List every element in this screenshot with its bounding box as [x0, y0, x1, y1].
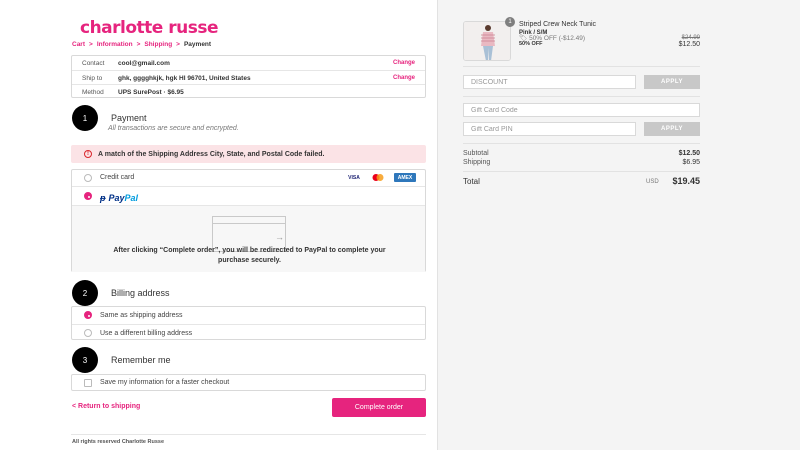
contact-label: Contact: [82, 60, 105, 67]
paypal-icon: ᵽ: [100, 193, 106, 203]
product-name: Striped Crew Neck Tunic: [519, 21, 597, 28]
billing-same-label: Same as shipping address: [100, 312, 183, 319]
redirect-text: After clicking “Complete order”, you wil…: [113, 247, 386, 264]
billing-different-option[interactable]: Use a different billing address: [72, 324, 425, 341]
review-ship-row: Ship to ghk, gggghkjk, hgk HI 96701, Uni…: [72, 70, 425, 84]
total-value: $19.45: [672, 176, 700, 186]
summary-divider: [463, 171, 700, 172]
product-price: $12.50: [678, 41, 700, 48]
checkout-main: charlotte russe Cart > Information > Shi…: [0, 0, 437, 450]
payment-methods: Credit card VISA AMEX ᵽ PayPal → After c…: [71, 169, 426, 272]
paypal-redirect-panel: → After clicking “Complete order”, you w…: [72, 205, 425, 272]
billing-different-radio[interactable]: [84, 329, 92, 337]
amex-icon: AMEX: [394, 173, 416, 182]
save-info-checkbox[interactable]: [84, 379, 92, 387]
error-alert: ! A match of the Shipping Address City, …: [71, 145, 426, 163]
gift-card-code-input[interactable]: [463, 103, 700, 117]
quantity-badge: 1: [505, 17, 515, 27]
remember-step-header: 3 Remember me: [72, 347, 171, 373]
summary-divider: [463, 96, 700, 97]
billing-same-option[interactable]: Same as shipping address: [72, 307, 425, 324]
breadcrumb-separator: >: [136, 41, 141, 48]
apply-gift-card-button[interactable]: APPLY: [644, 122, 700, 136]
breadcrumb-shipping[interactable]: Shipping: [144, 41, 172, 48]
method-value: UPS SurePost · $6.95: [118, 89, 184, 96]
step-number: 1: [72, 105, 98, 131]
order-summary: [437, 0, 800, 450]
discount-input[interactable]: [463, 75, 636, 89]
breadcrumb: Cart > Information > Shipping > Payment: [72, 41, 211, 48]
billing-title: Billing address: [111, 288, 170, 298]
billing-options: Same as shipping address Use a different…: [71, 306, 426, 340]
breadcrumb-information[interactable]: Information: [97, 41, 133, 48]
change-contact-link[interactable]: Change: [393, 60, 415, 66]
paypal-radio[interactable]: [84, 192, 92, 200]
subtotal-label: Subtotal: [463, 150, 489, 157]
visa-icon: VISA: [348, 174, 360, 181]
paypal-option[interactable]: ᵽ PayPal: [72, 187, 425, 205]
breadcrumb-separator: >: [176, 41, 180, 48]
complete-order-button[interactable]: Complete order: [332, 398, 426, 417]
ship-to-label: Ship to: [82, 75, 103, 82]
arrow-right-icon: →: [275, 232, 284, 242]
billing-step-header: 2 Billing address: [72, 280, 170, 306]
breadcrumb-payment: Payment: [183, 41, 212, 48]
total-currency: USD: [646, 179, 659, 185]
method-label: Method: [82, 89, 104, 96]
step-number: 2: [72, 280, 98, 306]
brand-logo[interactable]: charlotte russe: [80, 18, 219, 38]
apply-discount-button[interactable]: APPLY: [644, 75, 700, 89]
billing-different-label: Use a different billing address: [100, 330, 193, 337]
footer-text: All rights reserved Charlotte Russe: [72, 439, 165, 445]
save-info-label: Save my information for a faster checkou…: [100, 379, 230, 386]
billing-same-radio[interactable]: [84, 311, 92, 319]
credit-card-radio[interactable]: [84, 174, 92, 182]
product-thumbnail: [463, 21, 511, 61]
return-to-shipping-link[interactable]: < Return to shipping: [72, 403, 140, 410]
alert-text: A match of the Shipping Address City, St…: [98, 150, 325, 158]
breadcrumb-separator: >: [89, 41, 93, 48]
remember-title: Remember me: [111, 355, 171, 365]
total-label: Total: [463, 177, 480, 186]
alert-icon: !: [84, 150, 92, 158]
payment-subtitle: All transactions are secure and encrypte…: [108, 125, 239, 132]
mastercard-icon: [368, 173, 388, 182]
change-ship-link[interactable]: Change: [393, 75, 415, 81]
payment-title: Payment: [111, 113, 147, 123]
credit-card-option[interactable]: Credit card VISA AMEX: [72, 170, 425, 187]
breadcrumb-cart[interactable]: Cart: [72, 41, 85, 48]
product-discount-label: 50% OFF: [519, 41, 543, 47]
contact-value: cool@gmail.com: [118, 60, 170, 67]
summary-divider: [463, 143, 700, 144]
review-contact-row: Contact cool@gmail.com Change: [72, 56, 425, 70]
subtotal-value: $12.50: [678, 150, 700, 157]
review-block: Contact cool@gmail.com Change Ship to gh…: [71, 55, 426, 98]
step-number: 3: [72, 347, 98, 373]
gift-card-pin-input[interactable]: [463, 122, 636, 136]
shipping-value: $6.95: [682, 159, 700, 166]
summary-divider: [463, 66, 700, 67]
ship-to-value: ghk, gggghkjk, hgk HI 96701, United Stat…: [118, 75, 251, 82]
footer-divider: [71, 434, 426, 435]
shipping-label: Shipping: [463, 159, 491, 166]
paypal-logo: ᵽ PayPal: [100, 193, 139, 203]
review-method-row: Method UPS SurePost · $6.95: [72, 84, 425, 98]
remember-option[interactable]: Save my information for a faster checkou…: [71, 374, 426, 391]
credit-card-label: Credit card: [100, 174, 135, 181]
